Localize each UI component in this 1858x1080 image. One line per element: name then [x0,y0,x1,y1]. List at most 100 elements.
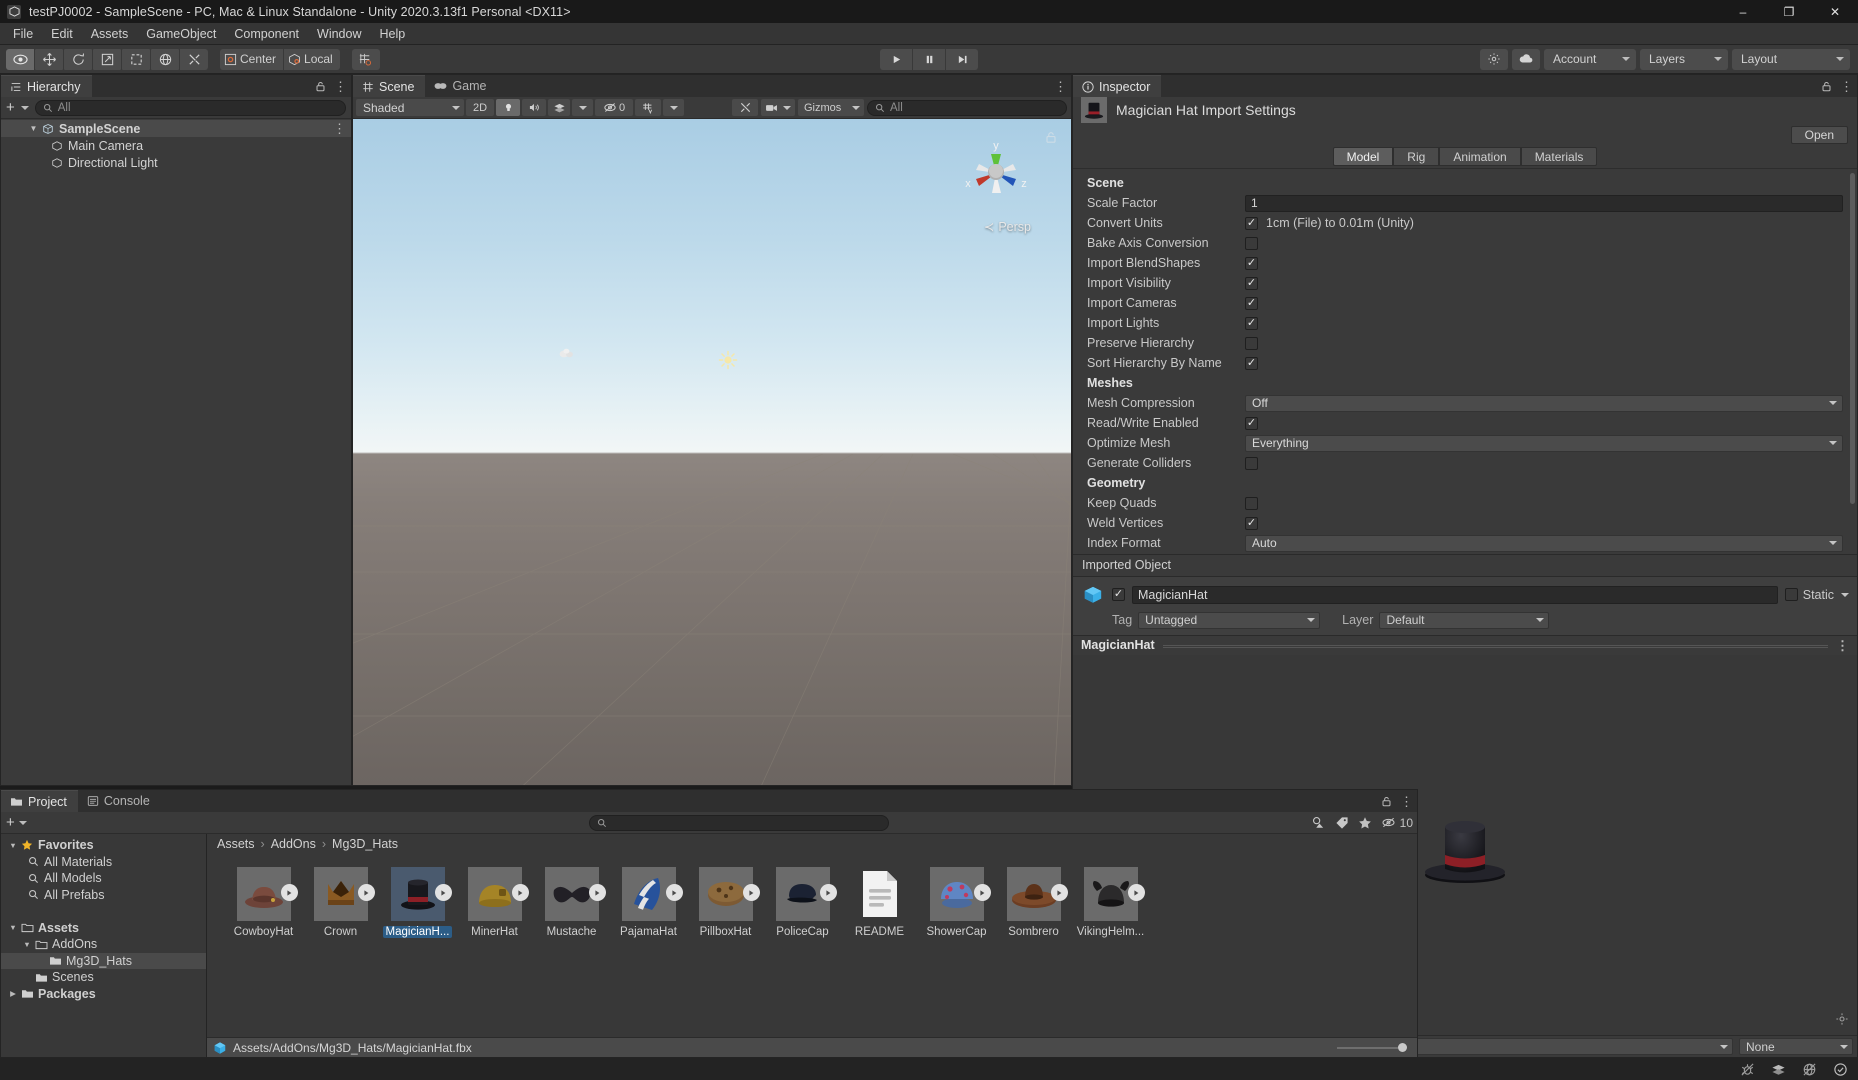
index-format-dropdown[interactable]: Auto [1245,534,1843,552]
static-checkbox[interactable] [1784,588,1798,601]
tree-item-packages[interactable]: ▶ Packages [1,986,206,1003]
breadcrumb-addons[interactable]: AddOns [271,837,316,851]
hierarchy-menu-icon[interactable]: ⋮ [334,80,347,93]
menu-edit[interactable]: Edit [42,23,82,45]
asset-item-cowboyhat[interactable]: CowboyHat [225,867,302,938]
tree-item-all-materials[interactable]: All Materials [1,854,206,871]
tree-item-all-prefabs[interactable]: All Prefabs [1,887,206,904]
lock-icon[interactable] [1821,81,1832,92]
scene-search-input[interactable]: All [867,99,1067,116]
project-hidden-count[interactable]: 10 [1381,816,1413,830]
hand-tool-button[interactable] [6,48,34,70]
project-search-input[interactable] [589,814,889,831]
bake-axis-conversion-checkbox[interactable] [1245,236,1258,250]
asset-item-minerhat[interactable]: MinerHat [456,867,533,938]
tab-inspector[interactable]: Inspector [1073,75,1162,97]
scene-projection-label[interactable]: ≺ Persp [984,219,1031,234]
tree-item-mg3d-hats[interactable]: Mg3D_Hats [1,952,206,969]
globe-off-icon[interactable] [1802,1062,1817,1077]
scene-fx-button[interactable] [548,99,570,116]
component-menu-icon[interactable]: ⋮ [1836,639,1849,652]
open-button[interactable]: Open [1790,126,1848,144]
step-button[interactable] [946,48,978,70]
hierarchy-item-directional-light[interactable]: Directional Light [1,154,351,171]
tree-item-favorites[interactable]: ▼ Favorites [1,837,206,854]
collab-icon[interactable] [1480,48,1508,70]
move-tool-button[interactable] [35,48,63,70]
asset-item-readme[interactable]: README [841,867,918,938]
cloud-icon[interactable] [1512,48,1540,70]
custom-tool-button[interactable] [180,48,208,70]
mesh-compression-dropdown[interactable]: Off [1245,394,1843,412]
pivot-mode-button[interactable]: Center [220,48,284,70]
breadcrumb-mg3d-hats[interactable]: Mg3D_Hats [332,837,398,851]
asset-play-badge[interactable] [588,884,606,901]
scene-lighting-button[interactable] [496,99,520,116]
scene-viewport[interactable]: y x z ≺ Persp [353,119,1071,785]
account-dropdown[interactable]: Account [1544,48,1636,70]
lock-icon[interactable] [1381,796,1392,807]
twisty-icon[interactable]: ▼ [21,940,33,949]
asset-play-badge[interactable] [357,884,375,901]
rotate-tool-button[interactable] [64,48,92,70]
inspector-scrollbar[interactable] [1850,173,1855,550]
filter-label-icon[interactable] [1335,816,1349,830]
asset-item-showercap[interactable]: ShowerCap [918,867,995,938]
import-visibility-checkbox[interactable]: ✓ [1245,276,1258,290]
tab-rig[interactable]: Rig [1393,147,1440,166]
grid-snap-button[interactable] [351,48,380,70]
preserve-hierarchy-checkbox[interactable] [1245,336,1258,350]
assetbundle-variant-dropdown[interactable]: None [1739,1038,1853,1055]
menu-window[interactable]: Window [308,23,370,45]
scene-menu-icon[interactable]: ⋮ [1054,80,1067,93]
twisty-icon[interactable]: ▶ [7,989,19,998]
rect-tool-button[interactable] [122,48,150,70]
asset-item-mustache[interactable]: Mustache [533,867,610,938]
layout-dropdown[interactable]: Layout [1732,48,1850,70]
check-circle-icon[interactable] [1833,1062,1848,1077]
scene-grid-button[interactable] [635,99,661,116]
tab-hierarchy[interactable]: Hierarchy [1,75,92,97]
filter-favorites-icon[interactable] [1358,816,1372,830]
tag-dropdown[interactable]: Untagged [1138,611,1321,629]
project-menu-icon[interactable]: ⋮ [1400,795,1413,808]
scene-visibility-button[interactable]: 0 [595,99,633,116]
scene-camera-button[interactable] [761,99,795,116]
asset-play-badge[interactable] [973,884,991,901]
object-name-input[interactable]: MagicianHat [1132,585,1778,604]
hierarchy-search-input[interactable]: All [34,99,346,116]
hierarchy-item-samplescene[interactable]: ▼ SampleScene ⋮ [1,120,351,137]
filter-type-icon[interactable] [1311,816,1326,830]
twisty-icon[interactable]: ▼ [7,841,19,850]
static-toggle[interactable]: Static [1784,588,1849,602]
maximize-button[interactable]: ❐ [1766,0,1812,23]
transform-tool-button[interactable] [151,48,179,70]
asset-item-magicianhat[interactable]: MagicianH... [379,867,456,938]
asset-item-vikinghelm[interactable]: VikingHelm... [1072,867,1149,938]
tab-materials[interactable]: Materials [1520,147,1598,166]
scene-context-menu-icon[interactable]: ⋮ [333,122,346,135]
object-enabled-checkbox[interactable]: ✓ [1112,588,1125,601]
breadcrumb-assets[interactable]: Assets [217,837,255,851]
inspector-menu-icon[interactable]: ⋮ [1840,80,1853,93]
draw-mode-dropdown[interactable]: Shaded [356,99,464,116]
preview-tools[interactable] [1835,1012,1849,1029]
play-button[interactable] [880,48,912,70]
asset-play-badge[interactable] [1050,884,1068,901]
main-camera-gizmo[interactable] [557,345,577,364]
project-add-button[interactable]: + [6,815,15,830]
tab-model[interactable]: Model [1332,147,1394,166]
scale-factor-input[interactable]: 1 [1245,194,1843,212]
scene-lock-icon[interactable] [1045,131,1057,147]
hierarchy-item-main-camera[interactable]: Main Camera [1,137,351,154]
scene-fx-dropdown[interactable] [572,99,593,116]
import-cameras-checkbox[interactable]: ✓ [1245,296,1258,310]
scale-tool-button[interactable] [93,48,121,70]
scene-grid-dropdown[interactable] [663,99,684,116]
menu-component[interactable]: Component [225,23,308,45]
weld-vertices-checkbox[interactable]: ✓ [1245,516,1258,530]
project-add-caret[interactable] [18,820,27,825]
layers-dropdown[interactable]: Layers [1640,48,1728,70]
menu-file[interactable]: File [4,23,42,45]
import-lights-checkbox[interactable]: ✓ [1245,316,1258,330]
